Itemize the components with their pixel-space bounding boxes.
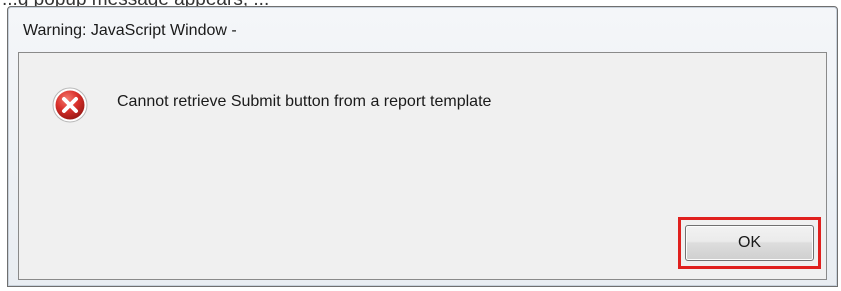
- dialog-content: Cannot retrieve Submit button from a rep…: [18, 52, 827, 280]
- error-message: Cannot retrieve Submit button from a rep…: [117, 93, 492, 110]
- error-icon: [52, 87, 88, 123]
- javascript-warning-dialog: Warning: JavaScript Window - Cannot retr…: [7, 6, 838, 287]
- dialog-title-bar[interactable]: Warning: JavaScript Window -: [8, 7, 837, 52]
- ok-button[interactable]: OK: [685, 225, 814, 261]
- dialog-title: Warning: JavaScript Window -: [23, 22, 237, 39]
